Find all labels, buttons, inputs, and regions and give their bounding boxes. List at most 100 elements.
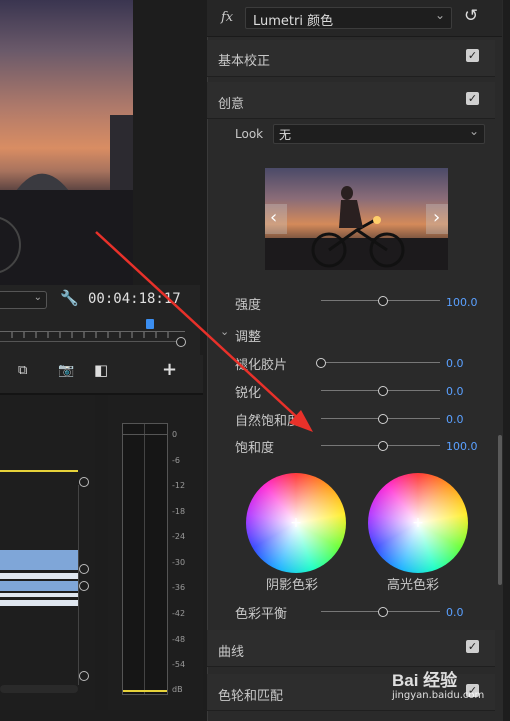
playhead[interactable] [146, 319, 154, 329]
audio-clip-4[interactable] [0, 593, 78, 597]
audio-clip-2[interactable] [0, 573, 78, 579]
previous-look-button[interactable]: ‹ [265, 204, 287, 234]
faded-film-value[interactable]: 0.0 [446, 357, 464, 370]
scroll-handle-bottom[interactable] [79, 671, 89, 681]
scroll-handle-mid2[interactable] [79, 581, 89, 591]
program-monitor-frame [0, 0, 133, 285]
highlight-tint-label: 高光色彩 [387, 578, 440, 593]
audio-clip-3[interactable] [0, 581, 78, 591]
city-silhouette [0, 115, 133, 285]
watermark-text: Bai 经验 [392, 671, 458, 690]
sharpen-label: 锐化 [235, 386, 262, 401]
adjust-title: 调整 [235, 330, 262, 345]
horizontal-scrollbar[interactable] [0, 685, 78, 693]
shadow-tint-wheel[interactable]: + [246, 473, 346, 573]
reset-icon[interactable]: ↺ [464, 6, 478, 26]
baidu-watermark: Bai 经验 jingyan.baidu.com [392, 664, 502, 710]
section-creative[interactable]: 创意 ✓ [207, 82, 495, 119]
intensity-label: 强度 [235, 298, 262, 313]
creative-enable-checkbox[interactable]: ✓ [466, 92, 479, 105]
basic-enable-checkbox[interactable]: ✓ [466, 49, 479, 62]
scroll-handle-mid[interactable] [79, 564, 89, 574]
db-tick: -42 [172, 609, 186, 618]
wrench-icon[interactable]: 🔧 [60, 289, 79, 307]
compare-view-icon[interactable]: ◧ [94, 361, 108, 379]
zoom-dropdown[interactable]: ⌄ [0, 291, 47, 309]
db-tick: -6 [172, 456, 180, 465]
tint-balance-knob[interactable] [378, 607, 388, 617]
chevron-left-icon: ‹ [270, 207, 278, 228]
monitor-controls: ⌄ 🔧 00:04:18:17 [0, 285, 200, 355]
cyclist-silhouette [265, 186, 448, 270]
timecode[interactable]: 00:04:18:17 [88, 291, 181, 307]
db-tick: -54 [172, 660, 186, 669]
db-tick: -12 [172, 481, 186, 490]
db-tick: -18 [172, 507, 186, 516]
chevron-down-icon: ⌄ [434, 8, 445, 22]
faded-film-slider[interactable] [321, 362, 440, 363]
chevron-down-icon: ⌄ [468, 124, 479, 138]
ruler-ticks [11, 332, 169, 338]
db-tick: -36 [172, 583, 186, 592]
audio-clip-1[interactable] [0, 550, 78, 570]
section-title: 色轮和匹配 [218, 689, 284, 704]
vibrance-label: 自然饱和度 [235, 414, 301, 429]
saturation-value[interactable]: 100.0 [446, 440, 478, 453]
highlight-tint-wheel[interactable]: + [368, 473, 468, 573]
faded-film-knob[interactable] [316, 358, 326, 368]
db-tick: -48 [172, 635, 186, 644]
audio-meter [122, 423, 168, 695]
time-ruler[interactable] [0, 323, 185, 338]
curves-enable-checkbox[interactable]: ✓ [466, 640, 479, 653]
next-look-button[interactable]: › [426, 204, 448, 234]
watermark-url: jingyan.baidu.com [392, 690, 485, 701]
db-tick: dB [172, 685, 183, 694]
sharpen-knob[interactable] [378, 386, 388, 396]
shadow-tint-label: 阴影色彩 [266, 578, 319, 593]
audio-level-line [0, 470, 78, 472]
db-tick: -30 [172, 558, 186, 567]
look-dropdown[interactable]: 无 ⌄ [273, 124, 485, 144]
section-title: 创意 [218, 97, 245, 112]
section-title: 基本校正 [218, 54, 271, 69]
faded-film-label: 褪化胶片 [235, 358, 288, 373]
saturation-label: 饱和度 [235, 441, 275, 456]
crosshair-icon[interactable]: + [290, 516, 302, 530]
add-button-icon[interactable]: + [162, 359, 177, 380]
effect-header: fx Lumetri 颜色 ⌄ ↺ [207, 0, 502, 37]
meter-peak-line [123, 690, 167, 692]
tint-balance-label: 色彩平衡 [235, 607, 288, 622]
saturation-knob[interactable] [378, 441, 388, 451]
zoom-end-handle[interactable] [176, 337, 186, 347]
section-curves[interactable]: 曲线 ✓ [207, 630, 495, 667]
effect-name: Lumetri 颜色 [253, 14, 334, 29]
sharpen-value[interactable]: 0.0 [446, 385, 464, 398]
zoom-scrollbar[interactable] [0, 341, 176, 342]
look-preview: ‹ › [265, 168, 448, 270]
section-basic-correction[interactable]: 基本校正 ✓ [207, 40, 495, 77]
export-frame-icon[interactable]: ⧉ [18, 363, 27, 378]
chevron-down-icon[interactable]: ⌄ [220, 325, 229, 338]
section-title: 曲线 [218, 645, 245, 660]
audio-meter-panel: 0 -6 -12 -18 -24 -30 -36 -42 -48 -54 dB [108, 395, 203, 710]
look-value: 无 [279, 128, 292, 142]
effect-dropdown[interactable]: Lumetri 颜色 ⌄ [245, 7, 452, 29]
monitor-button-bar: ⧉ 📷 ◧ + [0, 355, 203, 395]
panel-scrollbar[interactable] [498, 435, 502, 585]
intensity-knob[interactable] [378, 296, 388, 306]
db-tick: -24 [172, 532, 186, 541]
vibrance-value[interactable]: 0.0 [446, 413, 464, 426]
look-label: Look [235, 127, 264, 141]
audio-clip-5[interactable] [0, 600, 78, 606]
vibrance-knob[interactable] [378, 414, 388, 424]
intensity-value[interactable]: 100.0 [446, 296, 478, 309]
db-tick: 0 [172, 430, 178, 439]
timeline-panel [0, 395, 95, 710]
fx-icon: fx [221, 10, 234, 25]
camera-icon[interactable]: 📷 [58, 363, 74, 378]
scroll-handle-top[interactable] [79, 477, 89, 487]
chevron-right-icon: › [433, 207, 441, 228]
tint-balance-value[interactable]: 0.0 [446, 606, 464, 619]
crosshair-icon[interactable]: + [412, 516, 424, 530]
chevron-down-icon: ⌄ [33, 292, 42, 303]
